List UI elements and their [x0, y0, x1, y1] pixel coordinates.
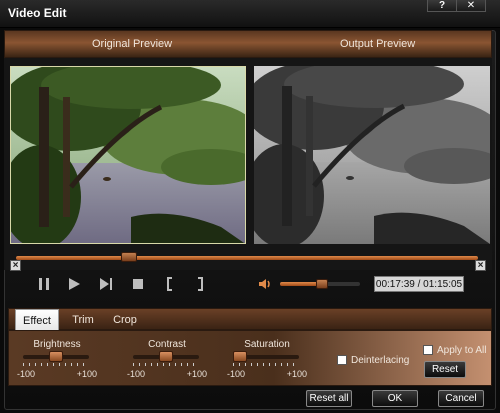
trim-end-marker[interactable]: × — [475, 260, 486, 271]
seek-bar[interactable]: × × — [4, 250, 492, 271]
reset-all-button[interactable]: Reset all — [306, 390, 352, 407]
help-button[interactable]: ? — [427, 0, 457, 12]
contrast-label: Contrast — [148, 339, 186, 350]
contrast-thumb[interactable] — [159, 351, 173, 362]
brightness-control: Brightness -100 +100 — [17, 335, 97, 381]
pause-icon[interactable] — [36, 276, 52, 292]
contrast-min: -100 — [127, 369, 146, 379]
mark-in-icon[interactable] — [162, 276, 178, 292]
volume-icon[interactable] — [257, 276, 273, 292]
playback-controls: 00:17:39 / 01:15:05 — [4, 272, 492, 296]
apply-to-all-checkbox[interactable] — [423, 345, 433, 355]
brightness-label: Brightness — [33, 339, 81, 350]
tab-effect[interactable]: Effect — [15, 309, 59, 331]
brightness-slider[interactable] — [23, 351, 89, 362]
volume-slider[interactable] — [280, 279, 360, 289]
contrast-ticks — [133, 363, 199, 366]
volume-thumb[interactable] — [315, 279, 328, 289]
brightness-max: +100 — [76, 369, 97, 379]
close-button[interactable]: ✕ — [456, 0, 486, 12]
reset-button[interactable]: Reset — [424, 361, 466, 378]
seek-thumb[interactable] — [121, 252, 138, 262]
preview-header: Original Preview Output Preview — [4, 30, 492, 58]
contrast-control: Contrast -100 +100 — [127, 335, 207, 381]
deinterlacing-label: Deinterlacing — [351, 355, 410, 366]
seek-track[interactable] — [16, 256, 478, 260]
saturation-slider[interactable] — [233, 351, 299, 362]
contrast-slider[interactable] — [133, 351, 199, 362]
original-preview-image — [10, 66, 246, 244]
output-preview-image — [254, 66, 490, 244]
window-title: Video Edit — [8, 6, 67, 20]
saturation-control: Saturation -100 +100 — [227, 335, 307, 381]
title-bar: Video Edit ? ✕ — [0, 0, 500, 28]
tab-trim[interactable]: Trim — [63, 309, 103, 331]
stop-icon[interactable] — [130, 276, 146, 292]
effect-panel: Brightness -100 +100 Contrast -100 +100 … — [8, 330, 492, 386]
play-icon[interactable] — [66, 276, 82, 292]
next-frame-icon[interactable] — [98, 276, 114, 292]
saturation-label: Saturation — [244, 339, 290, 350]
edit-tabs: Effect Trim Crop — [8, 308, 492, 331]
output-preview-label: Output Preview — [340, 38, 416, 50]
ok-button[interactable]: OK — [372, 390, 418, 407]
contrast-max: +100 — [186, 369, 207, 379]
preview-area — [4, 58, 492, 250]
deinterlacing-checkbox[interactable] — [337, 355, 347, 365]
saturation-max: +100 — [286, 369, 307, 379]
tab-crop[interactable]: Crop — [105, 309, 145, 331]
brightness-thumb[interactable] — [49, 351, 63, 362]
saturation-thumb[interactable] — [233, 351, 247, 362]
cancel-button[interactable]: Cancel — [438, 390, 484, 407]
brightness-ticks — [23, 363, 89, 366]
brightness-min: -100 — [17, 369, 36, 379]
original-preview-label: Original Preview — [92, 38, 173, 50]
timecode-display: 00:17:39 / 01:15:05 — [374, 276, 464, 292]
saturation-ticks — [233, 363, 299, 366]
trim-start-marker[interactable]: × — [10, 260, 21, 271]
mark-out-icon[interactable] — [192, 276, 208, 292]
apply-to-all-label: Apply to All — [437, 345, 487, 356]
saturation-min: -100 — [227, 369, 246, 379]
